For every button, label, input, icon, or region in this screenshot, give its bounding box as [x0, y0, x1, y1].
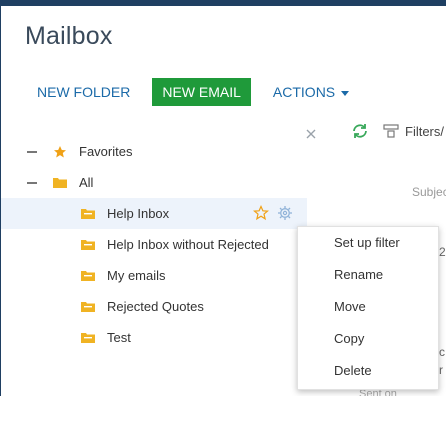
filter-icon[interactable]	[383, 123, 399, 139]
filters-label[interactable]: Filters/	[405, 124, 444, 139]
star-icon	[54, 145, 66, 157]
menu-item-delete[interactable]: Delete	[298, 355, 438, 387]
star-outline-icon[interactable]	[253, 205, 269, 221]
tree-folder[interactable]: Rejected Quotes	[25, 291, 331, 322]
chevron-down-icon	[341, 90, 350, 96]
tree-folder[interactable]: Help Inbox without Rejected	[25, 229, 331, 260]
new-folder-button[interactable]: NEW FOLDER	[25, 78, 142, 106]
list-tools: Filters/	[351, 120, 444, 142]
new-email-button[interactable]: NEW EMAIL	[152, 78, 251, 106]
gear-icon[interactable]	[277, 205, 293, 221]
list-fragment: c	[439, 345, 445, 359]
favorites-label: Favorites	[79, 144, 133, 159]
folder-icon	[81, 271, 95, 281]
tree-node-all[interactable]: All	[25, 167, 331, 198]
folder-label: Help Inbox	[107, 206, 170, 221]
all-label: All	[79, 175, 94, 190]
refresh-icon[interactable]	[351, 122, 369, 140]
tree-folder-help-inbox[interactable]: Help Inbox	[1, 198, 307, 229]
menu-item-set-up-filter[interactable]: Set up filter	[298, 227, 438, 259]
folder-label: My emails	[107, 268, 166, 283]
menu-item-copy[interactable]: Copy	[298, 323, 438, 355]
actions-dropdown[interactable]: ACTIONS	[261, 78, 361, 106]
folder-icon	[81, 302, 95, 312]
folder-icon	[53, 178, 67, 188]
collapse-icon[interactable]	[27, 150, 37, 153]
folder-label: Rejected Quotes	[107, 299, 204, 314]
folder-tree: Favorites All Help Inbox Help Inbox with…	[1, 136, 331, 353]
folder-label: Help Inbox without Rejected	[107, 237, 269, 252]
page-title: Mailbox	[25, 22, 113, 50]
menu-item-move[interactable]: Move	[298, 291, 438, 323]
folder-icon	[81, 240, 95, 250]
menu-item-rename[interactable]: Rename	[298, 259, 438, 291]
folder-icon	[81, 333, 95, 343]
list-fragment: 2	[439, 245, 446, 259]
folder-label: Test	[107, 330, 131, 345]
actions-label: ACTIONS	[272, 84, 336, 100]
row-actions	[253, 205, 293, 221]
subject-column-header[interactable]: Subjec	[412, 185, 446, 199]
toolbar: NEW FOLDER NEW EMAIL ACTIONS	[25, 78, 361, 106]
list-fragment: r	[439, 363, 443, 377]
folder-context-menu: Set up filter Rename Move Copy Delete	[297, 226, 439, 390]
mailbox-panel: Mailbox NEW FOLDER NEW EMAIL ACTIONS Fil…	[0, 0, 446, 396]
tree-folder[interactable]: My emails	[25, 260, 331, 291]
folder-icon	[81, 209, 95, 219]
tree-folder[interactable]: Test	[25, 322, 331, 353]
collapse-icon[interactable]	[27, 181, 37, 184]
top-border	[1, 2, 446, 6]
tree-node-favorites[interactable]: Favorites	[25, 136, 331, 167]
